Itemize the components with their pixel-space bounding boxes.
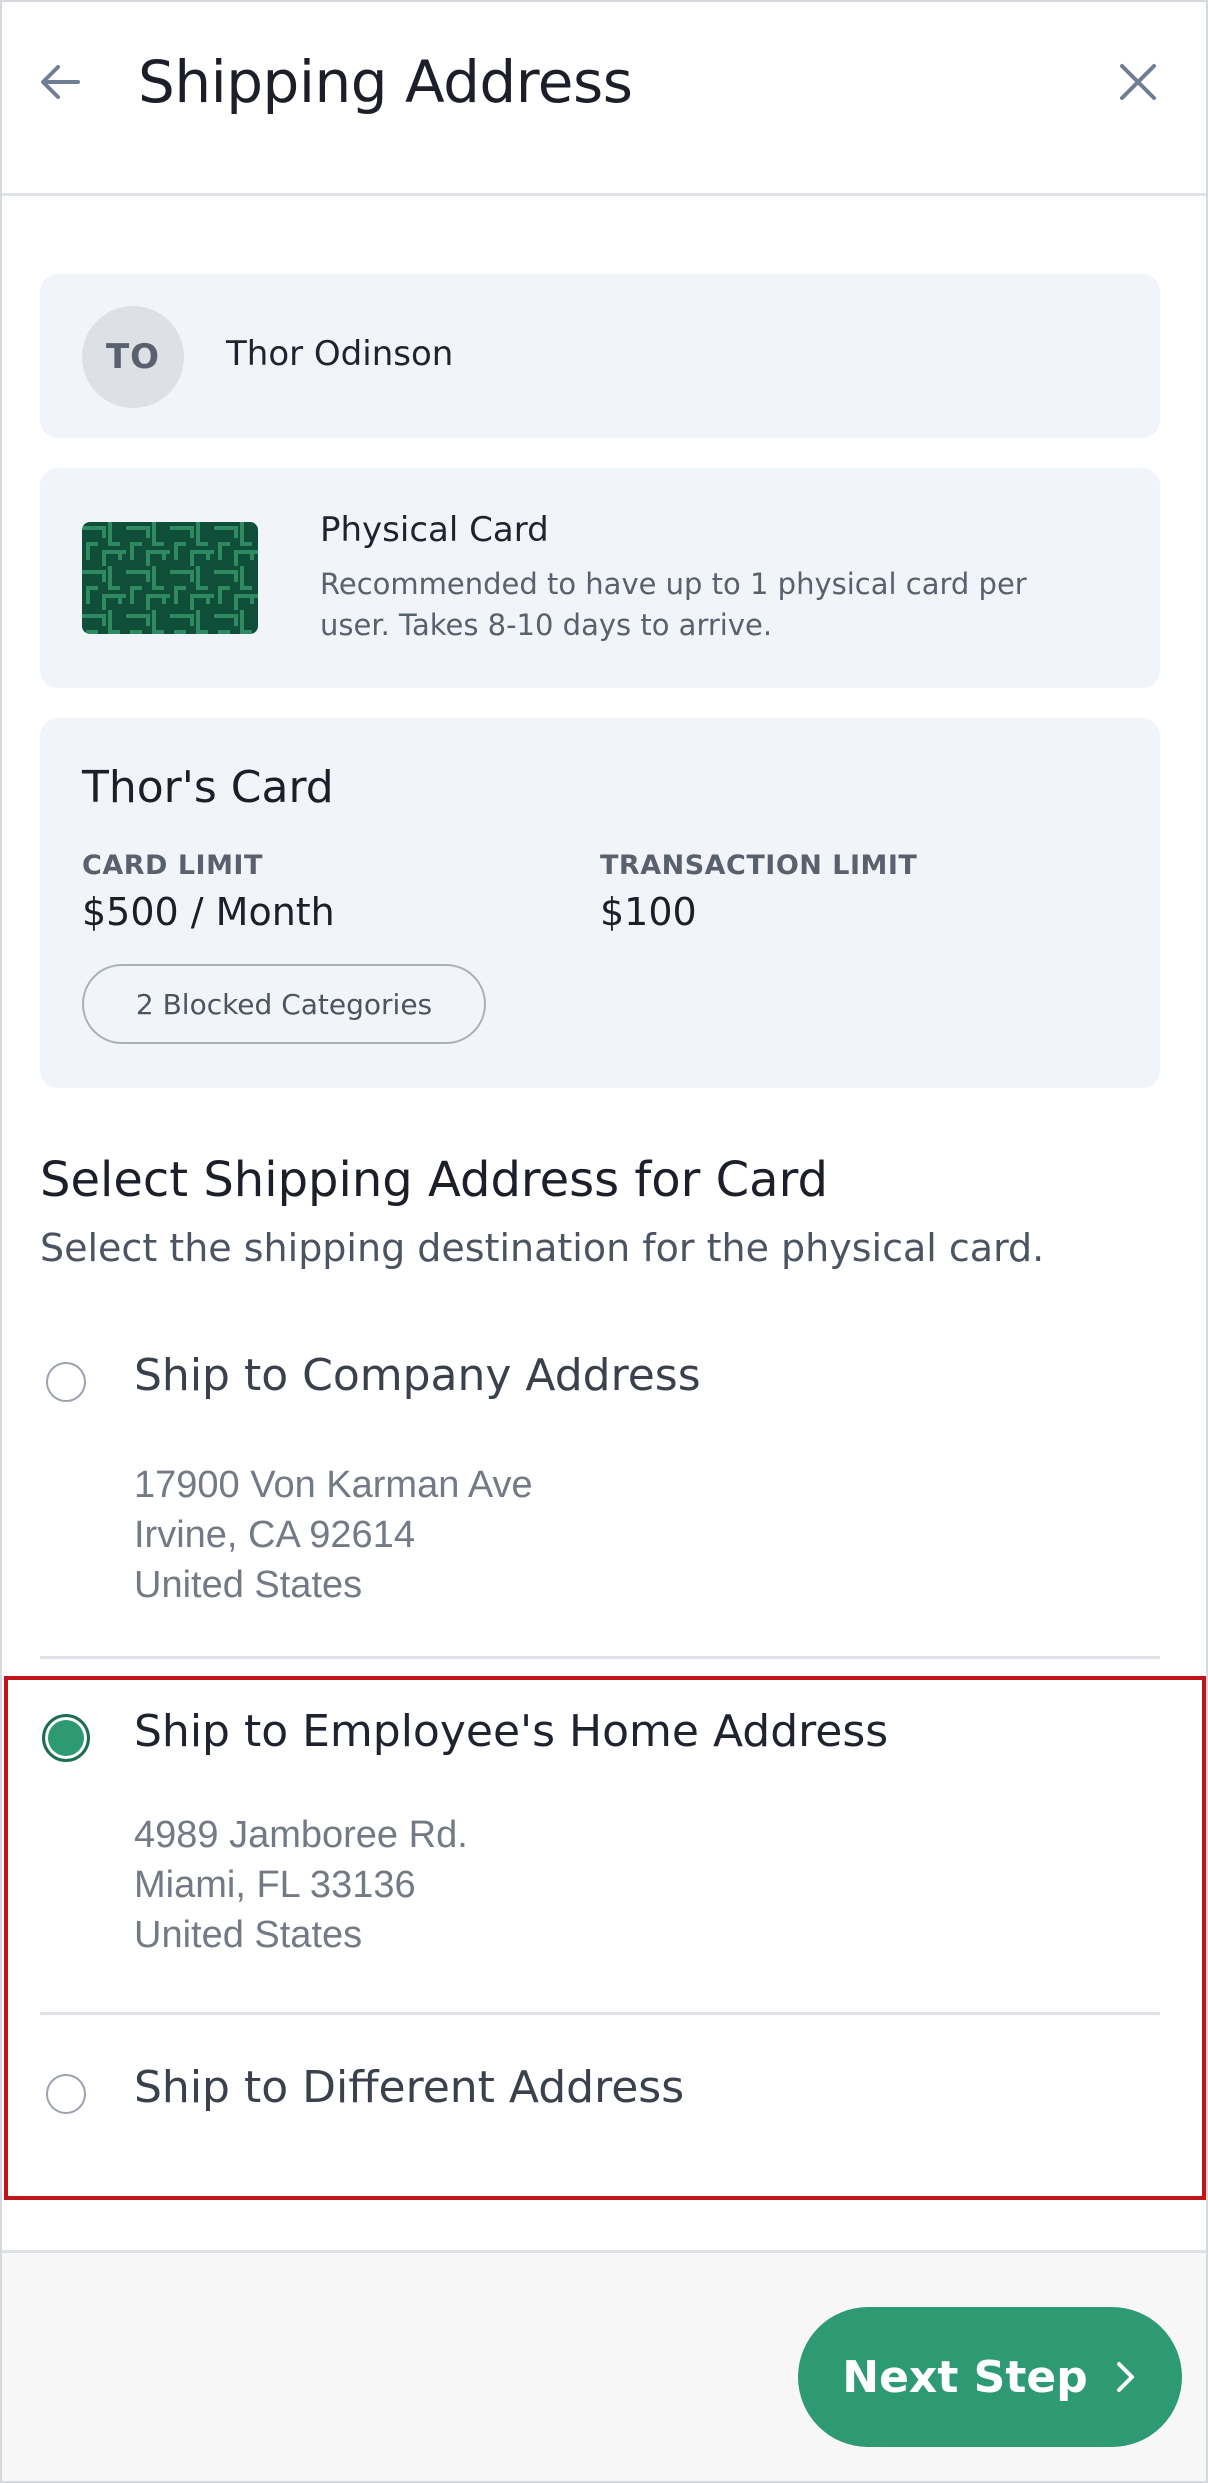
- transaction-limit-label: TRANSACTION LIMIT: [600, 850, 918, 881]
- transaction-limit-value: $100: [600, 890, 697, 934]
- home-address-option-label[interactable]: Ship to Employee's Home Address: [134, 1706, 888, 1757]
- user-summary: TO Thor Odinson: [40, 274, 1160, 438]
- address-line: 17900 Von Karman Ave: [134, 1464, 533, 1506]
- different-address-radio[interactable]: [46, 2074, 86, 2114]
- card-name: Thor's Card: [82, 762, 334, 813]
- user-name: Thor Odinson: [226, 334, 454, 374]
- company-address-text: 17900 Von Karman Ave Irvine, CA 92614 Un…: [134, 1460, 533, 1610]
- close-button[interactable]: [1110, 54, 1166, 110]
- divider: [40, 2012, 1160, 2015]
- card-image: [82, 522, 258, 634]
- company-address-radio[interactable]: [46, 1362, 86, 1402]
- chevron-right-icon: [1116, 2362, 1134, 2392]
- avatar: TO: [82, 306, 184, 408]
- close-icon: [1120, 64, 1156, 100]
- back-button[interactable]: [32, 54, 88, 110]
- different-address-option-label[interactable]: Ship to Different Address: [134, 2062, 684, 2113]
- home-address-radio[interactable]: [42, 1714, 90, 1762]
- dialog-header: Shipping Address: [2, 2, 1206, 196]
- card-limits-summary: Thor's Card CARD LIMIT $500 / Month TRAN…: [40, 718, 1160, 1088]
- divider: [40, 1656, 1160, 1659]
- address-line: 4989 Jamboree Rd.: [134, 1814, 468, 1856]
- section-title: Select Shipping Address for Card: [40, 1152, 828, 1208]
- home-address-text: 4989 Jamboree Rd. Miami, FL 33136 United…: [134, 1810, 468, 1960]
- card-limit-label: CARD LIMIT: [82, 850, 263, 881]
- address-line: United States: [134, 1914, 363, 1956]
- address-line: Miami, FL 33136: [134, 1864, 416, 1906]
- card-type-description: Recommended to have up to 1 physical car…: [320, 567, 1027, 642]
- card-type-title: Physical Card: [320, 510, 549, 550]
- next-step-label: Next Step: [842, 2351, 1088, 2403]
- arrow-left-icon: [41, 65, 80, 99]
- dialog-footer: Next Step: [2, 2250, 1206, 2481]
- card-type-summary: Physical Card Recommended to have up to …: [40, 468, 1160, 688]
- shipping-address-dialog: Shipping Address TO Thor Odinson Physica…: [0, 0, 1208, 2483]
- blocked-categories-badge[interactable]: 2 Blocked Categories: [82, 964, 486, 1044]
- section-subtitle: Select the shipping destination for the …: [40, 1226, 1045, 1270]
- company-address-option-label[interactable]: Ship to Company Address: [134, 1350, 701, 1401]
- card-limit-value: $500 / Month: [82, 890, 335, 934]
- next-step-button[interactable]: Next Step: [798, 2307, 1182, 2447]
- address-line: United States: [134, 1564, 363, 1606]
- page-title: Shipping Address: [138, 48, 633, 116]
- address-line: Irvine, CA 92614: [134, 1514, 415, 1556]
